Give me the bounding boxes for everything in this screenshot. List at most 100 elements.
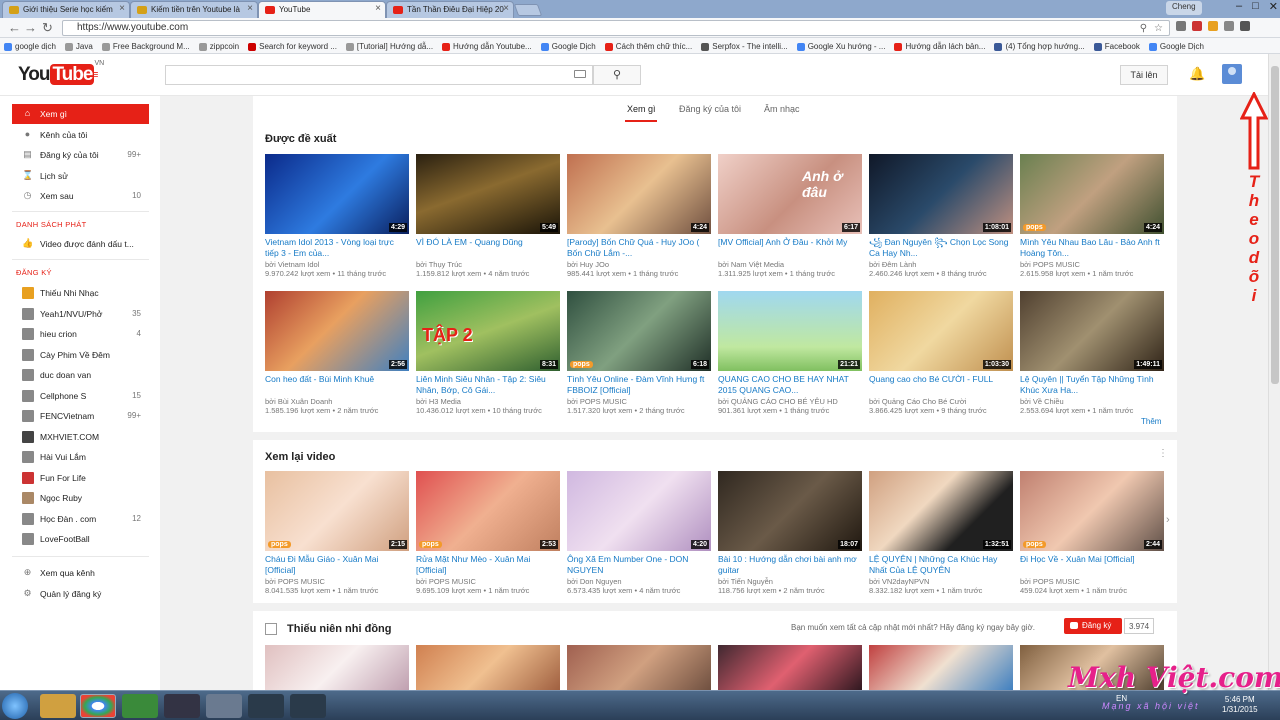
bookmark-item[interactable]: Google Dịch: [540, 40, 596, 53]
more-link[interactable]: Thêm: [1141, 417, 1161, 426]
video-thumbnail[interactable]: 4:29: [265, 154, 409, 234]
bookmark-item[interactable]: Hướng dẫn Youtube...: [442, 40, 532, 53]
sidebar-item-main[interactable]: ⌛ Lịch sử: [12, 166, 149, 186]
bookmark-item[interactable]: Google Dịch: [1148, 40, 1204, 53]
close-tab-icon[interactable]: ×: [375, 3, 381, 14]
tab-my-subscriptions[interactable]: Đăng ký của tôi: [679, 104, 741, 114]
video-thumbnail[interactable]: TẬP 2 8:31: [416, 291, 560, 371]
sidebar-item-subscription[interactable]: duc doan van: [12, 365, 149, 385]
video-title[interactable]: Lệ Quyên || Tuyển Tập Những Tình Khúc Xư…: [1020, 374, 1164, 396]
video-tile[interactable]: 4:20 Ông Xã Em Number One - DON NGUYEN bởi…: [567, 471, 711, 595]
extension-icon[interactable]: [1192, 21, 1202, 31]
extension-icon[interactable]: [1176, 21, 1186, 31]
video-channel[interactable]: bởi Về Chiều: [1020, 397, 1164, 406]
close-tab-icon[interactable]: ×: [247, 3, 253, 14]
video-title[interactable]: Ông Xã Em Number One - DON NGUYEN: [567, 554, 711, 576]
video-tile[interactable]: 21:21 QUANG CAO CHO BE HAY NHAT 2015 QUAN…: [718, 291, 862, 415]
notifications-bell-icon[interactable]: 🔔: [1189, 66, 1205, 82]
sidebar-item-subscription[interactable]: Cellphone S 15: [12, 386, 149, 406]
bookmark-item[interactable]: Hướng dẫn lách bản...: [894, 40, 985, 53]
paint-icon[interactable]: [206, 694, 242, 718]
sidebar-item-subscription[interactable]: Cày Phim Về Đêm: [12, 345, 149, 365]
video-channel[interactable]: bởi POPS MUSIC: [567, 397, 711, 406]
sidebar-item-subscription[interactable]: hieu crion 4: [12, 324, 149, 344]
browser-tab[interactable]: Kiếm tiền trên Youtube là ×: [130, 1, 258, 18]
video-channel[interactable]: bởi POPS MUSIC: [416, 577, 560, 586]
bookmark-item[interactable]: Search for keyword ...: [248, 40, 337, 53]
video-thumbnail[interactable]: [869, 645, 1013, 690]
video-thumbnail[interactable]: Anh ở đâu 6:17: [718, 154, 862, 234]
video-tile[interactable]: 1:49:11 Lệ Quyên || Tuyển Tập Những Tình …: [1020, 291, 1164, 415]
sidebar-item-subscription[interactable]: Fun For Life: [12, 468, 149, 488]
sidebar-item-main[interactable]: ▤ Đăng ký của tôi 99+: [12, 145, 149, 165]
keyboard-icon[interactable]: [574, 70, 586, 78]
forward-icon[interactable]: →: [24, 20, 37, 35]
address-bar[interactable]: https://www.youtube.com ⚲ ☆: [62, 20, 1170, 36]
video-thumbnail[interactable]: 4:24: [567, 154, 711, 234]
video-tile[interactable]: pops 2:44 Đi Học Về - Xuân Mai [Official] b…: [1020, 471, 1164, 595]
video-channel[interactable]: bởi Don Nguyen: [567, 577, 711, 586]
browser-tab[interactable]: Giới thiệu Serie học kiếm ×: [2, 1, 130, 18]
more-options-icon[interactable]: ⋮: [1158, 448, 1168, 459]
video-tile[interactable]: 2:56 Con heo đất - Bùi Minh Khuê bởi Bùi X…: [265, 291, 409, 415]
upload-button[interactable]: Tải lên: [1120, 65, 1168, 85]
video-channel[interactable]: bởi Vietnam Idol: [265, 260, 409, 269]
video-tile[interactable]: pops 6:18 Tình Yêu Online - Đàm Vĩnh Hưng …: [567, 291, 711, 415]
scrollbar[interactable]: [1268, 54, 1280, 690]
video-title[interactable]: VÌ ĐÓ LÀ EM - Quang Dũng: [416, 237, 560, 259]
sidebar-item-subscription[interactable]: Học Đàn . com 12: [12, 509, 149, 529]
video-title[interactable]: Bài 10 : Hướng dẫn chơi bài anh mơ guita…: [718, 554, 862, 576]
bookmark-item[interactable]: (4) Tổng hợp hướng...: [994, 40, 1085, 53]
sidebar-item-footer[interactable]: ⊕ Xem qua kênh: [12, 563, 149, 583]
video-thumbnail[interactable]: [416, 645, 560, 690]
video-channel[interactable]: bởi H3 Media: [416, 397, 560, 406]
video-thumbnail[interactable]: [265, 645, 409, 690]
bookmark-item[interactable]: Serpfox - The intelli...: [701, 40, 788, 53]
maximize-icon[interactable]: □: [1252, 0, 1259, 13]
video-thumbnail[interactable]: 1:49:11: [1020, 291, 1164, 371]
sidebar-item-subscription[interactable]: Yeah1/NVU/Phở 35: [12, 304, 149, 324]
explorer-icon[interactable]: [40, 694, 76, 718]
browser-tab[interactable]: Tần Thần Điêu Đại Hiệp 20 ×: [386, 1, 514, 18]
video-thumbnail[interactable]: 1:03:30: [869, 291, 1013, 371]
video-title[interactable]: Vietnam Idol 2013 - Vòng loại trực tiếp …: [265, 237, 409, 259]
bookmark-star-icon[interactable]: ☆: [1154, 23, 1163, 34]
video-title[interactable]: Mình Yêu Nhau Bao Lâu - Bảo Anh ft Hoàng…: [1020, 237, 1164, 259]
video-title[interactable]: Đi Học Về - Xuân Mai [Official]: [1020, 554, 1164, 576]
bookmark-item[interactable]: zippcoin: [198, 40, 239, 53]
app-icon[interactable]: [122, 694, 158, 718]
close-tab-icon[interactable]: ×: [503, 3, 509, 14]
video-tile[interactable]: 1:03:30 Quang cao cho Bé CƯỜI - FULL bởi Q…: [869, 291, 1013, 415]
sidebar-item-footer[interactable]: ⚙ Quản lý đăng ký: [12, 584, 149, 604]
search-icon[interactable]: ⚲: [1140, 23, 1147, 34]
video-title[interactable]: Cháu Đi Mẫu Giáo - Xuân Mai [Official]: [265, 554, 409, 576]
video-channel[interactable]: bởi Bùi Xuân Doanh: [265, 397, 409, 406]
shelf-next-arrow-icon[interactable]: ›: [1166, 514, 1170, 526]
video-channel[interactable]: bởi Đêm Lành: [869, 260, 1013, 269]
video-tile[interactable]: 5:49 VÌ ĐÓ LÀ EM - Quang Dũng bởi Thụy Trú…: [416, 154, 560, 278]
video-channel[interactable]: bởi Quảng Cáo Cho Bé Cười: [869, 397, 1013, 406]
video-title[interactable]: LỆ QUYÊN | Những Ca Khúc Hay Nhất Của LỆ…: [869, 554, 1013, 576]
sidebar-item-subscription[interactable]: Ngọc Ruby: [12, 488, 149, 508]
sidebar-item-main[interactable]: ● Kênh của tôi: [12, 125, 149, 145]
video-channel[interactable]: bởi QUẢNG CÁO CHO BÉ YÊU HD: [718, 397, 862, 406]
app-icon[interactable]: [290, 694, 326, 718]
section-title-watch-again[interactable]: Xem lại video: [265, 451, 335, 463]
video-title[interactable]: [MV Official] Anh Ở Đâu - Khởi My: [718, 237, 862, 259]
video-tile[interactable]: pops 4:24 Mình Yêu Nhau Bao Lâu - Bảo Anh …: [1020, 154, 1164, 278]
bookmark-item[interactable]: Free Background M...: [101, 40, 190, 53]
sidebar-item-subscription[interactable]: Hài Vui Lắm: [12, 447, 149, 467]
sidebar-item-main[interactable]: ◷ Xem sau 10: [12, 186, 149, 206]
video-channel[interactable]: bởi Tiến Nguyễn: [718, 577, 862, 586]
sidebar-item-subscription[interactable]: MXHVIET.COM: [12, 427, 149, 447]
extension-icon[interactable]: [1208, 21, 1218, 31]
video-title[interactable]: QUANG CAO CHO BE HAY NHAT 2015 QUANG CAO…: [718, 374, 862, 396]
video-channel[interactable]: bởi VN2dayNPVN: [869, 577, 1013, 586]
guide-menu-icon[interactable]: ≡: [92, 69, 98, 81]
extension-icon[interactable]: [1224, 21, 1234, 31]
bookmark-item[interactable]: Cách thêm chữ thíc...: [604, 40, 692, 53]
video-title[interactable]: ꧁ Đan Nguyên ꧂ Chọn Lọc Song Ca Hay Nh..…: [869, 237, 1013, 259]
video-tile[interactable]: 1:32:51 LỆ QUYÊN | Những Ca Khúc Hay Nhất…: [869, 471, 1013, 595]
section-title-kids[interactable]: Thiếu niên nhi đồng: [287, 623, 391, 635]
bookmark-item[interactable]: google dịch: [4, 40, 56, 53]
